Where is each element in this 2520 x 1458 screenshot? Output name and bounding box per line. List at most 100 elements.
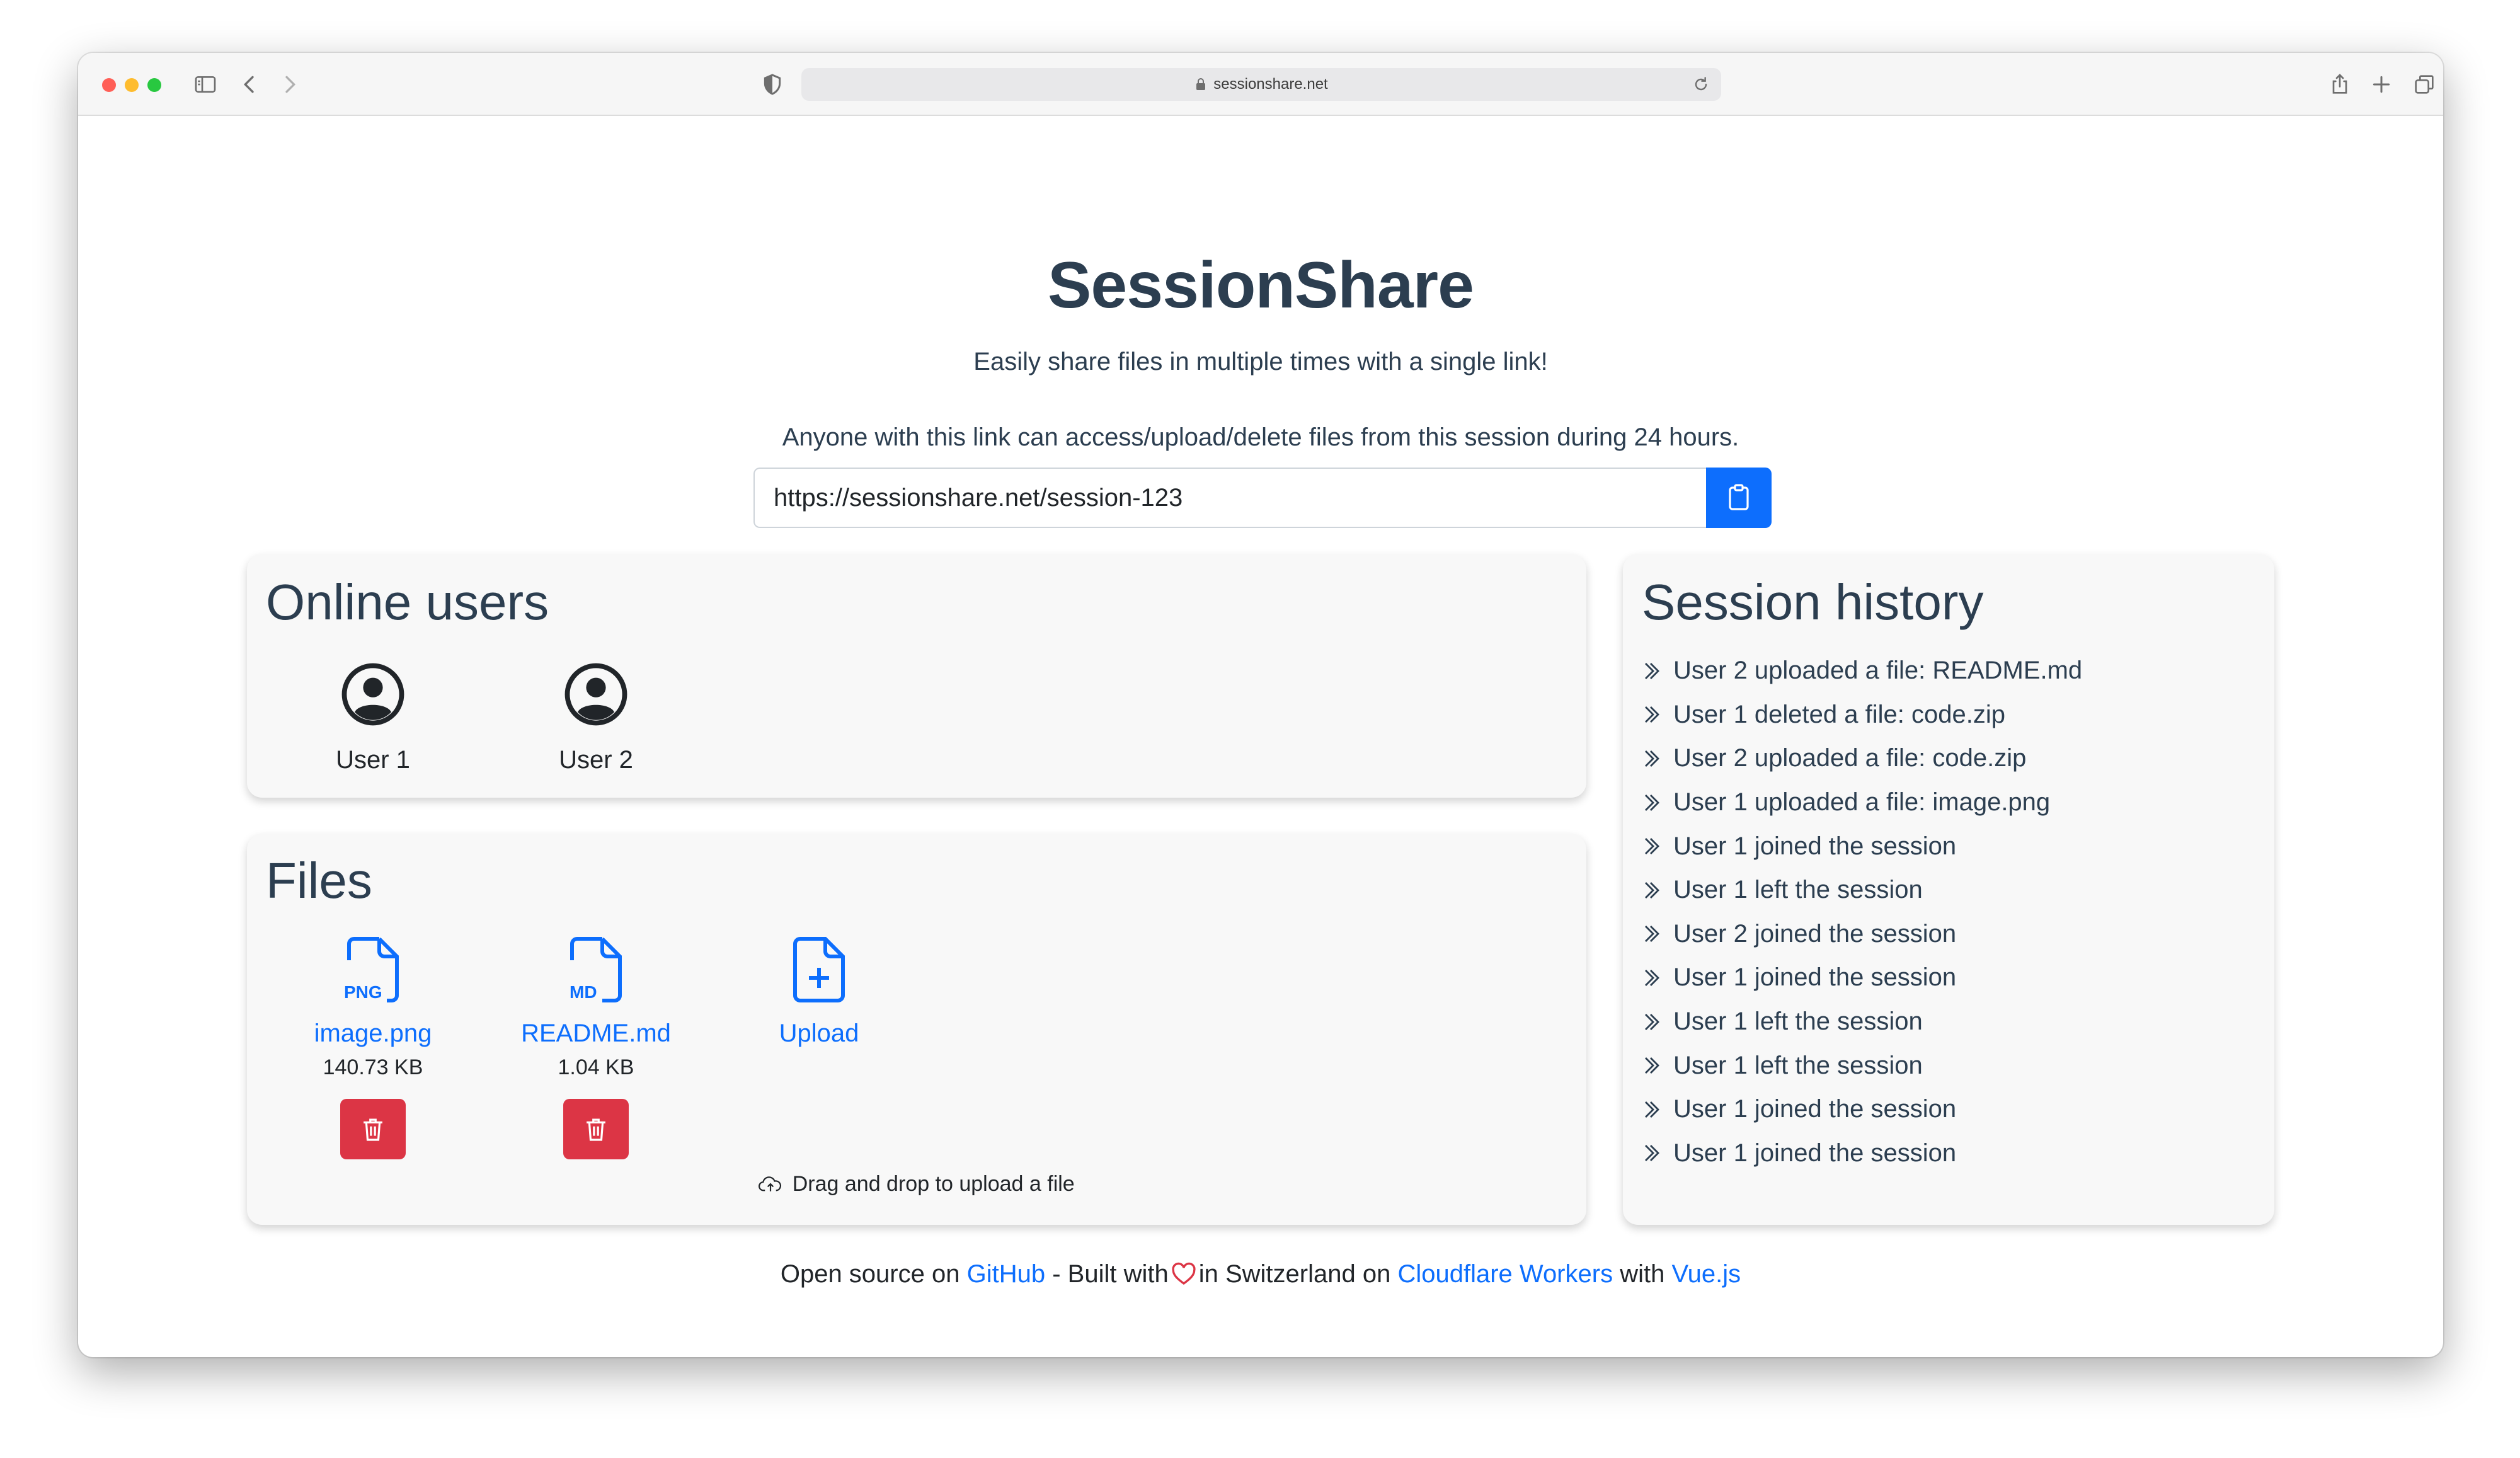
delete-file-button[interactable] [563,1099,629,1159]
sidebar-toggle-icon[interactable] [190,69,220,100]
files-card: Files PNG image.png 140.73 KB MD README.… [247,834,1586,1225]
file-size: 1.04 KB [558,1055,634,1079]
tab-overview-icon[interactable] [2409,69,2439,100]
history-entry-text: User 1 deleted a file: code.zip [1673,700,2005,728]
footer-with: with [1620,1260,1665,1288]
trash-icon [364,1118,382,1141]
clipboard-icon [1729,484,1749,510]
page-title: SessionShare [1048,249,1474,322]
heart-icon [1172,1262,1196,1285]
history-entry-text: User 1 joined the session [1673,963,1957,992]
history-entry-text: User 2 joined the session [1673,919,1957,948]
file-item: MD README.md 1.04 KB [520,935,672,1159]
delete-file-button[interactable] [340,1099,406,1159]
session-link-group [753,468,1772,528]
page-content: SessionShare Easily share files in multi… [78,117,2443,1357]
session-history-title: Session history [1642,574,1984,630]
session-link-input[interactable] [753,468,1706,528]
page-subtitle: Easily share files in multiple times wit… [973,348,1548,376]
share-icon[interactable] [2325,69,2355,100]
history-entry-text: User 1 joined the session [1673,1139,1957,1167]
history-entry: User 2 uploaded a file: README.md [1642,649,2082,693]
cloudflare-workers-link[interactable]: Cloudflare Workers [1397,1260,1613,1288]
history-entry: User 2 uploaded a file: code.zip [1642,737,2082,781]
address-bar[interactable]: sessionshare.net [801,68,1721,101]
chevron-double-right-icon [1645,926,1659,943]
new-tab-icon[interactable] [2366,69,2397,100]
chevron-double-right-icon [1645,1013,1659,1030]
history-entry-text: User 1 left the session [1673,1007,1923,1036]
privacy-shield-icon[interactable] [757,69,788,100]
forward-icon[interactable] [275,69,305,100]
chevron-double-right-icon [1645,750,1659,767]
lock-icon [1196,78,1206,90]
history-entry-text: User 1 left the session [1673,876,1923,904]
history-entry-text: User 2 uploaded a file: code.zip [1673,744,2027,772]
user-circle-icon [341,663,404,726]
history-entry: User 1 joined the session [1642,956,2082,1000]
file-item: PNG image.png 140.73 KB [297,935,449,1159]
history-entry-text: User 2 uploaded a file: README.md [1673,657,2083,685]
png-file-icon[interactable]: PNG [341,935,404,1004]
history-entry-text: User 1 left the session [1673,1051,1923,1079]
footer-in-switzerland: in Switzerland on [1198,1260,1391,1288]
history-entry-text: User 1 joined the session [1673,832,1957,860]
user-name: User 1 [336,746,410,774]
chevron-double-right-icon [1645,794,1659,811]
address-text: sessionshare.net [1213,76,1328,93]
file-type-label: MD [570,982,597,1002]
close-window-button[interactable] [102,78,116,92]
history-entry: User 1 left the session [1642,1043,2082,1088]
github-link[interactable]: GitHub [967,1260,1046,1288]
history-entry: User 1 left the session [1642,868,2082,912]
history-entry-text: User 1 uploaded a file: image.png [1673,788,2051,817]
copy-link-button[interactable] [1706,468,1772,528]
chevron-double-right-icon [1645,706,1659,723]
file-name-link[interactable]: image.png [297,1019,449,1048]
chevron-double-right-icon [1645,1101,1659,1118]
history-entry: User 1 uploaded a file: image.png [1642,781,2082,825]
link-notice: Anyone with this link can access/upload/… [782,423,1739,451]
drag-drop-hint[interactable]: Drag and drop to upload a file [247,1172,1586,1197]
online-users-title: Online users [266,574,549,630]
history-entry-text: User 1 joined the session [1673,1095,1957,1123]
file-plus-icon[interactable] [788,935,850,1004]
chevron-double-right-icon [1645,969,1659,986]
online-users-card: Online users User 1 User 2 [247,554,1586,798]
chevron-double-right-icon [1645,1145,1659,1162]
history-entry: User 1 joined the session [1642,824,2082,868]
chevron-double-right-icon [1645,881,1659,898]
upload-link[interactable]: Upload [743,1019,895,1048]
footer-built-with: - Built with [1052,1260,1169,1288]
history-entry: User 1 deleted a file: code.zip [1642,693,2082,737]
online-user: User 1 [310,662,436,774]
footer-prefix: Open source on [780,1260,960,1288]
trash-icon [587,1118,605,1141]
footer: Open source on GitHub - Built with in Swi… [78,1260,2443,1289]
chevron-double-right-icon [1645,662,1659,679]
files-title: Files [266,852,372,909]
browser-toolbar: sessionshare.net [78,53,2443,116]
online-user: User 2 [533,662,659,774]
history-entry: User 1 joined the session [1642,1132,2082,1176]
history-entry: User 1 left the session [1642,1000,2082,1044]
history-list: User 2 uploaded a file: README.md User 1 … [1642,649,2082,1175]
back-icon[interactable] [234,69,265,100]
reload-icon[interactable] [1691,74,1711,95]
user-name: User 2 [559,746,633,774]
chevron-double-right-icon [1645,838,1659,855]
history-entry: User 2 joined the session [1642,912,2082,956]
minimize-window-button[interactable] [125,78,139,92]
file-name-link[interactable]: README.md [520,1019,672,1048]
chevron-double-right-icon [1645,1057,1659,1074]
drag-drop-text: Drag and drop to upload a file [792,1172,1075,1196]
file-size: 140.73 KB [323,1055,423,1079]
browser-window: sessionshare.net SessionShare Easily sha… [78,53,2443,1357]
cloud-upload-icon [759,1176,782,1191]
history-entry: User 1 joined the session [1642,1088,2082,1132]
file-type-label: PNG [344,982,382,1002]
vuejs-link[interactable]: Vue.js [1671,1260,1741,1288]
zoom-window-button[interactable] [147,78,161,92]
md-file-icon[interactable]: MD [564,935,627,1004]
upload-item[interactable]: Upload [743,935,895,1048]
